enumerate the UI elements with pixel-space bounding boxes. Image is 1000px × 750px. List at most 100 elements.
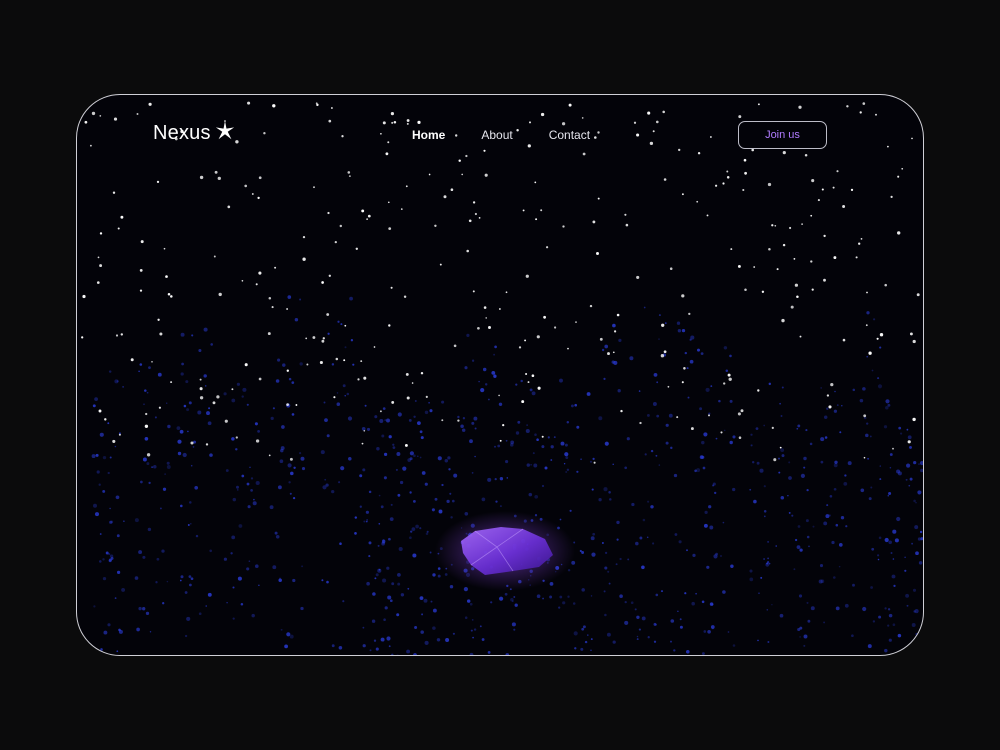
star (531, 374, 535, 378)
blue-particle (423, 598, 428, 603)
blue-particle (869, 435, 872, 438)
blue-particle (704, 510, 708, 515)
blue-particle (180, 575, 184, 579)
blue-particle (164, 473, 166, 475)
star (319, 360, 323, 365)
blue-particle (839, 431, 842, 434)
blue-particle (869, 655, 872, 656)
blue-particle (499, 505, 502, 508)
blue-particle (892, 529, 897, 534)
star (616, 313, 620, 317)
star (99, 264, 103, 268)
blue-particle (670, 640, 672, 643)
blue-particle (867, 644, 872, 649)
blue-particle (702, 466, 706, 470)
blue-particle (692, 553, 696, 558)
blue-particle (162, 602, 165, 605)
blue-particle (871, 547, 875, 551)
blue-particle (116, 650, 119, 653)
blue-particle (447, 456, 451, 460)
blue-particle (877, 554, 880, 557)
blue-particle (140, 480, 143, 484)
blue-particle (391, 653, 394, 655)
blue-particle (697, 348, 700, 352)
blue-particle (800, 473, 805, 478)
blue-particle (366, 581, 370, 586)
blue-particle (763, 558, 766, 560)
star (361, 209, 365, 213)
blue-particle (93, 605, 96, 608)
blue-particle (138, 550, 143, 555)
blue-particle (513, 628, 516, 631)
blue-particle (542, 597, 545, 600)
blue-particle (872, 620, 876, 623)
blue-particle (390, 503, 393, 506)
blue-particle (851, 634, 854, 638)
blue-particle (374, 415, 378, 419)
nav-link-about[interactable]: About (481, 128, 512, 142)
blue-particle (102, 576, 107, 581)
blue-particle (709, 525, 714, 530)
blue-particle (797, 424, 801, 428)
blue-particle (154, 416, 157, 419)
star (575, 321, 577, 323)
star (289, 457, 293, 461)
blue-particle (549, 582, 554, 586)
star (858, 242, 861, 245)
blue-particle (363, 520, 366, 523)
blue-particle (142, 607, 146, 611)
star (832, 186, 835, 189)
star (488, 326, 491, 329)
blue-particle (180, 504, 183, 508)
blue-particle (530, 464, 532, 466)
blue-particle (269, 505, 274, 510)
blue-particle (840, 516, 845, 520)
join-us-button[interactable]: Join us (738, 121, 827, 149)
star (199, 396, 204, 400)
blue-particle (700, 352, 704, 355)
blue-particle (299, 362, 303, 366)
blue-particle (892, 623, 896, 627)
blue-particle (109, 507, 111, 510)
blue-particle (838, 565, 841, 568)
star (897, 231, 901, 235)
blue-particle (349, 296, 353, 301)
brand-logo[interactable]: Nexus (153, 120, 236, 145)
star (863, 456, 866, 459)
blue-particle (110, 556, 114, 560)
blue-particle (429, 409, 433, 413)
blue-particle (755, 427, 759, 430)
star (167, 293, 171, 296)
blue-particle (320, 450, 325, 455)
blue-particle (641, 565, 645, 570)
star (112, 439, 116, 443)
blue-particle (377, 544, 380, 547)
blue-particle (879, 478, 882, 481)
star (866, 291, 868, 294)
blue-particle (803, 466, 806, 469)
blue-particle (383, 476, 387, 480)
blue-particle (342, 384, 346, 388)
blue-particle (655, 454, 658, 457)
blue-particle (617, 389, 621, 393)
blue-particle (123, 520, 125, 523)
blue-particle (331, 644, 335, 648)
blue-particle (281, 425, 285, 429)
blue-particle (835, 606, 840, 611)
star (216, 395, 220, 399)
blue-particle (381, 434, 385, 438)
blue-particle (203, 327, 208, 332)
nav-link-contact[interactable]: Contact (549, 128, 590, 142)
star (868, 351, 872, 355)
star (823, 234, 826, 238)
blue-particle (779, 613, 784, 618)
blue-particle (366, 519, 368, 521)
blue-particle (550, 459, 553, 461)
nav-link-home[interactable]: Home (412, 128, 445, 142)
blue-particle (562, 601, 566, 605)
blue-particle (450, 516, 453, 519)
star (860, 238, 863, 240)
blue-particle (514, 603, 518, 607)
blue-particle (362, 468, 366, 472)
blue-particle (866, 311, 870, 315)
